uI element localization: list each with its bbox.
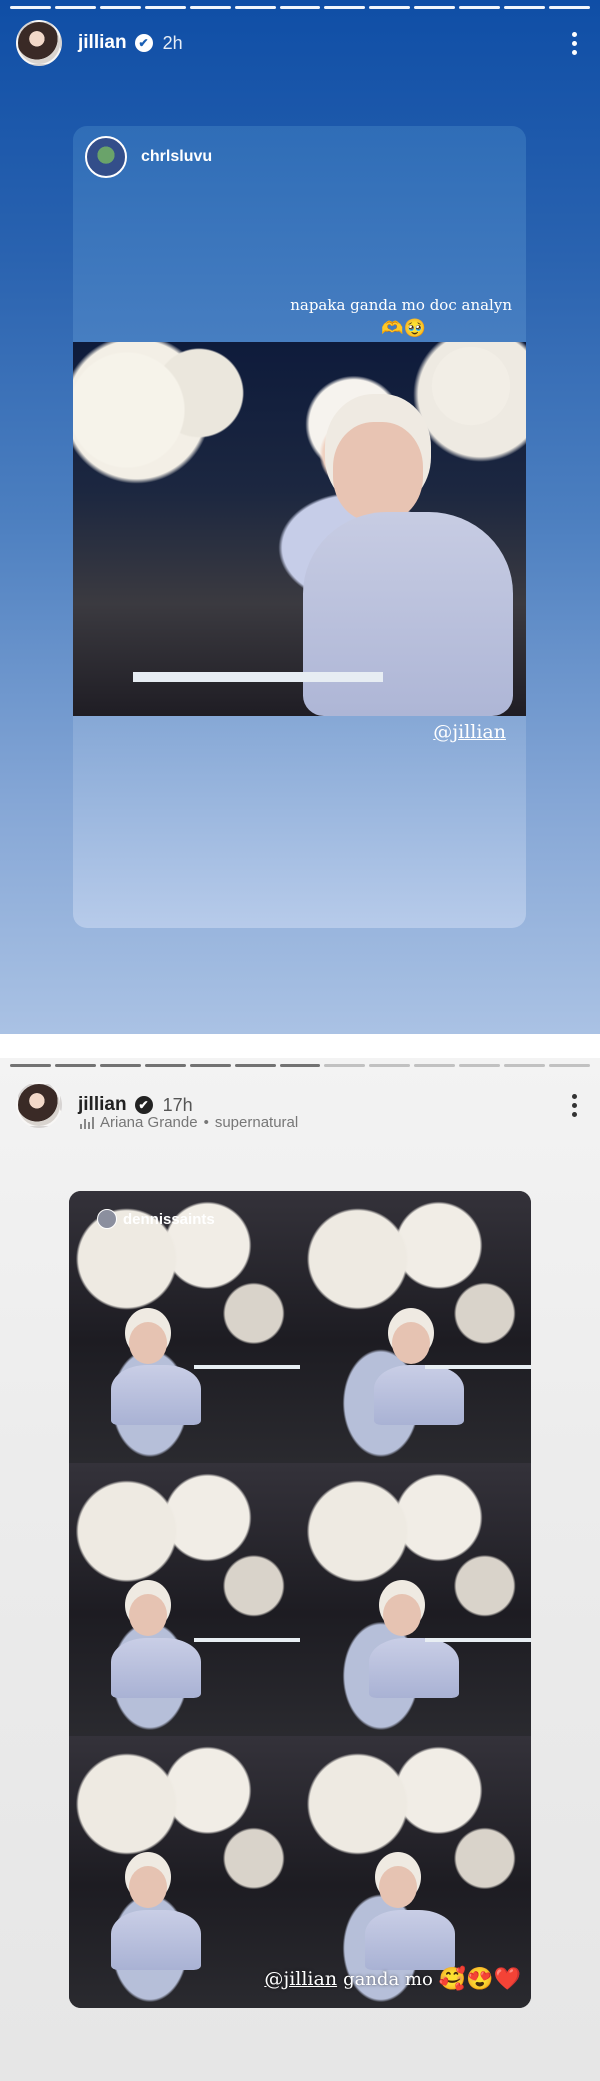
verified-badge-icon: ✔ bbox=[134, 1096, 153, 1114]
reshared-photo bbox=[73, 342, 526, 716]
music-song: supernatural bbox=[214, 1114, 299, 1131]
woman-figure bbox=[333, 422, 423, 522]
story-username[interactable]: jillian bbox=[78, 1094, 127, 1116]
woman-gown bbox=[303, 512, 513, 716]
collage-tile bbox=[69, 1463, 300, 1736]
reshared-avatar[interactable] bbox=[85, 136, 127, 178]
collage-tile bbox=[300, 1463, 531, 1736]
avatar[interactable] bbox=[16, 1082, 62, 1128]
collage-tile bbox=[300, 1735, 531, 2008]
story-1[interactable]: jillian ✔ 2h chrlsluvu napaka ganda mo d… bbox=[0, 0, 600, 1034]
collage-tile bbox=[300, 1191, 531, 1464]
story-header: jillian ✔ 2h bbox=[16, 20, 584, 66]
reshared-caption: napaka ganda mo doc analyn bbox=[290, 296, 512, 314]
music-separator: • bbox=[203, 1114, 209, 1131]
reshared-post-card[interactable]: chrlsluvu napaka ganda mo doc analyn 🫶🥹 … bbox=[73, 126, 526, 928]
music-sticker[interactable]: Ariana Grande • supernatural bbox=[80, 1114, 298, 1131]
reshared-username[interactable]: chrlsluvu bbox=[141, 148, 212, 166]
avatar[interactable] bbox=[16, 20, 62, 66]
photo-collage[interactable] bbox=[69, 1191, 531, 2008]
verified-badge-icon: ✔ bbox=[134, 34, 153, 52]
story-2[interactable]: jillian ✔ 17h Ariana Grande • supernatur… bbox=[0, 1058, 600, 2081]
flower-arrangement-right bbox=[416, 342, 526, 452]
light-bar bbox=[133, 672, 383, 682]
more-options-icon[interactable] bbox=[564, 1090, 584, 1120]
story-username[interactable]: jillian bbox=[78, 32, 127, 54]
mention-tag[interactable]: @jillian bbox=[433, 721, 506, 743]
story-progress-bar bbox=[10, 1064, 590, 1067]
more-options-icon[interactable] bbox=[564, 28, 584, 58]
reshared-post-header: chrlsluvu bbox=[85, 136, 212, 178]
story-timestamp: 17h bbox=[162, 1094, 193, 1115]
story-progress-bar bbox=[10, 6, 590, 9]
flower-arrangement bbox=[73, 342, 253, 512]
collage-tile bbox=[69, 1191, 300, 1464]
music-artist: Ariana Grande bbox=[100, 1114, 198, 1131]
caption-emoji: 🫶🥹 bbox=[381, 318, 426, 338]
music-bars-icon bbox=[80, 1116, 94, 1129]
collage-tile bbox=[69, 1735, 300, 2008]
story-timestamp: 2h bbox=[162, 32, 183, 53]
